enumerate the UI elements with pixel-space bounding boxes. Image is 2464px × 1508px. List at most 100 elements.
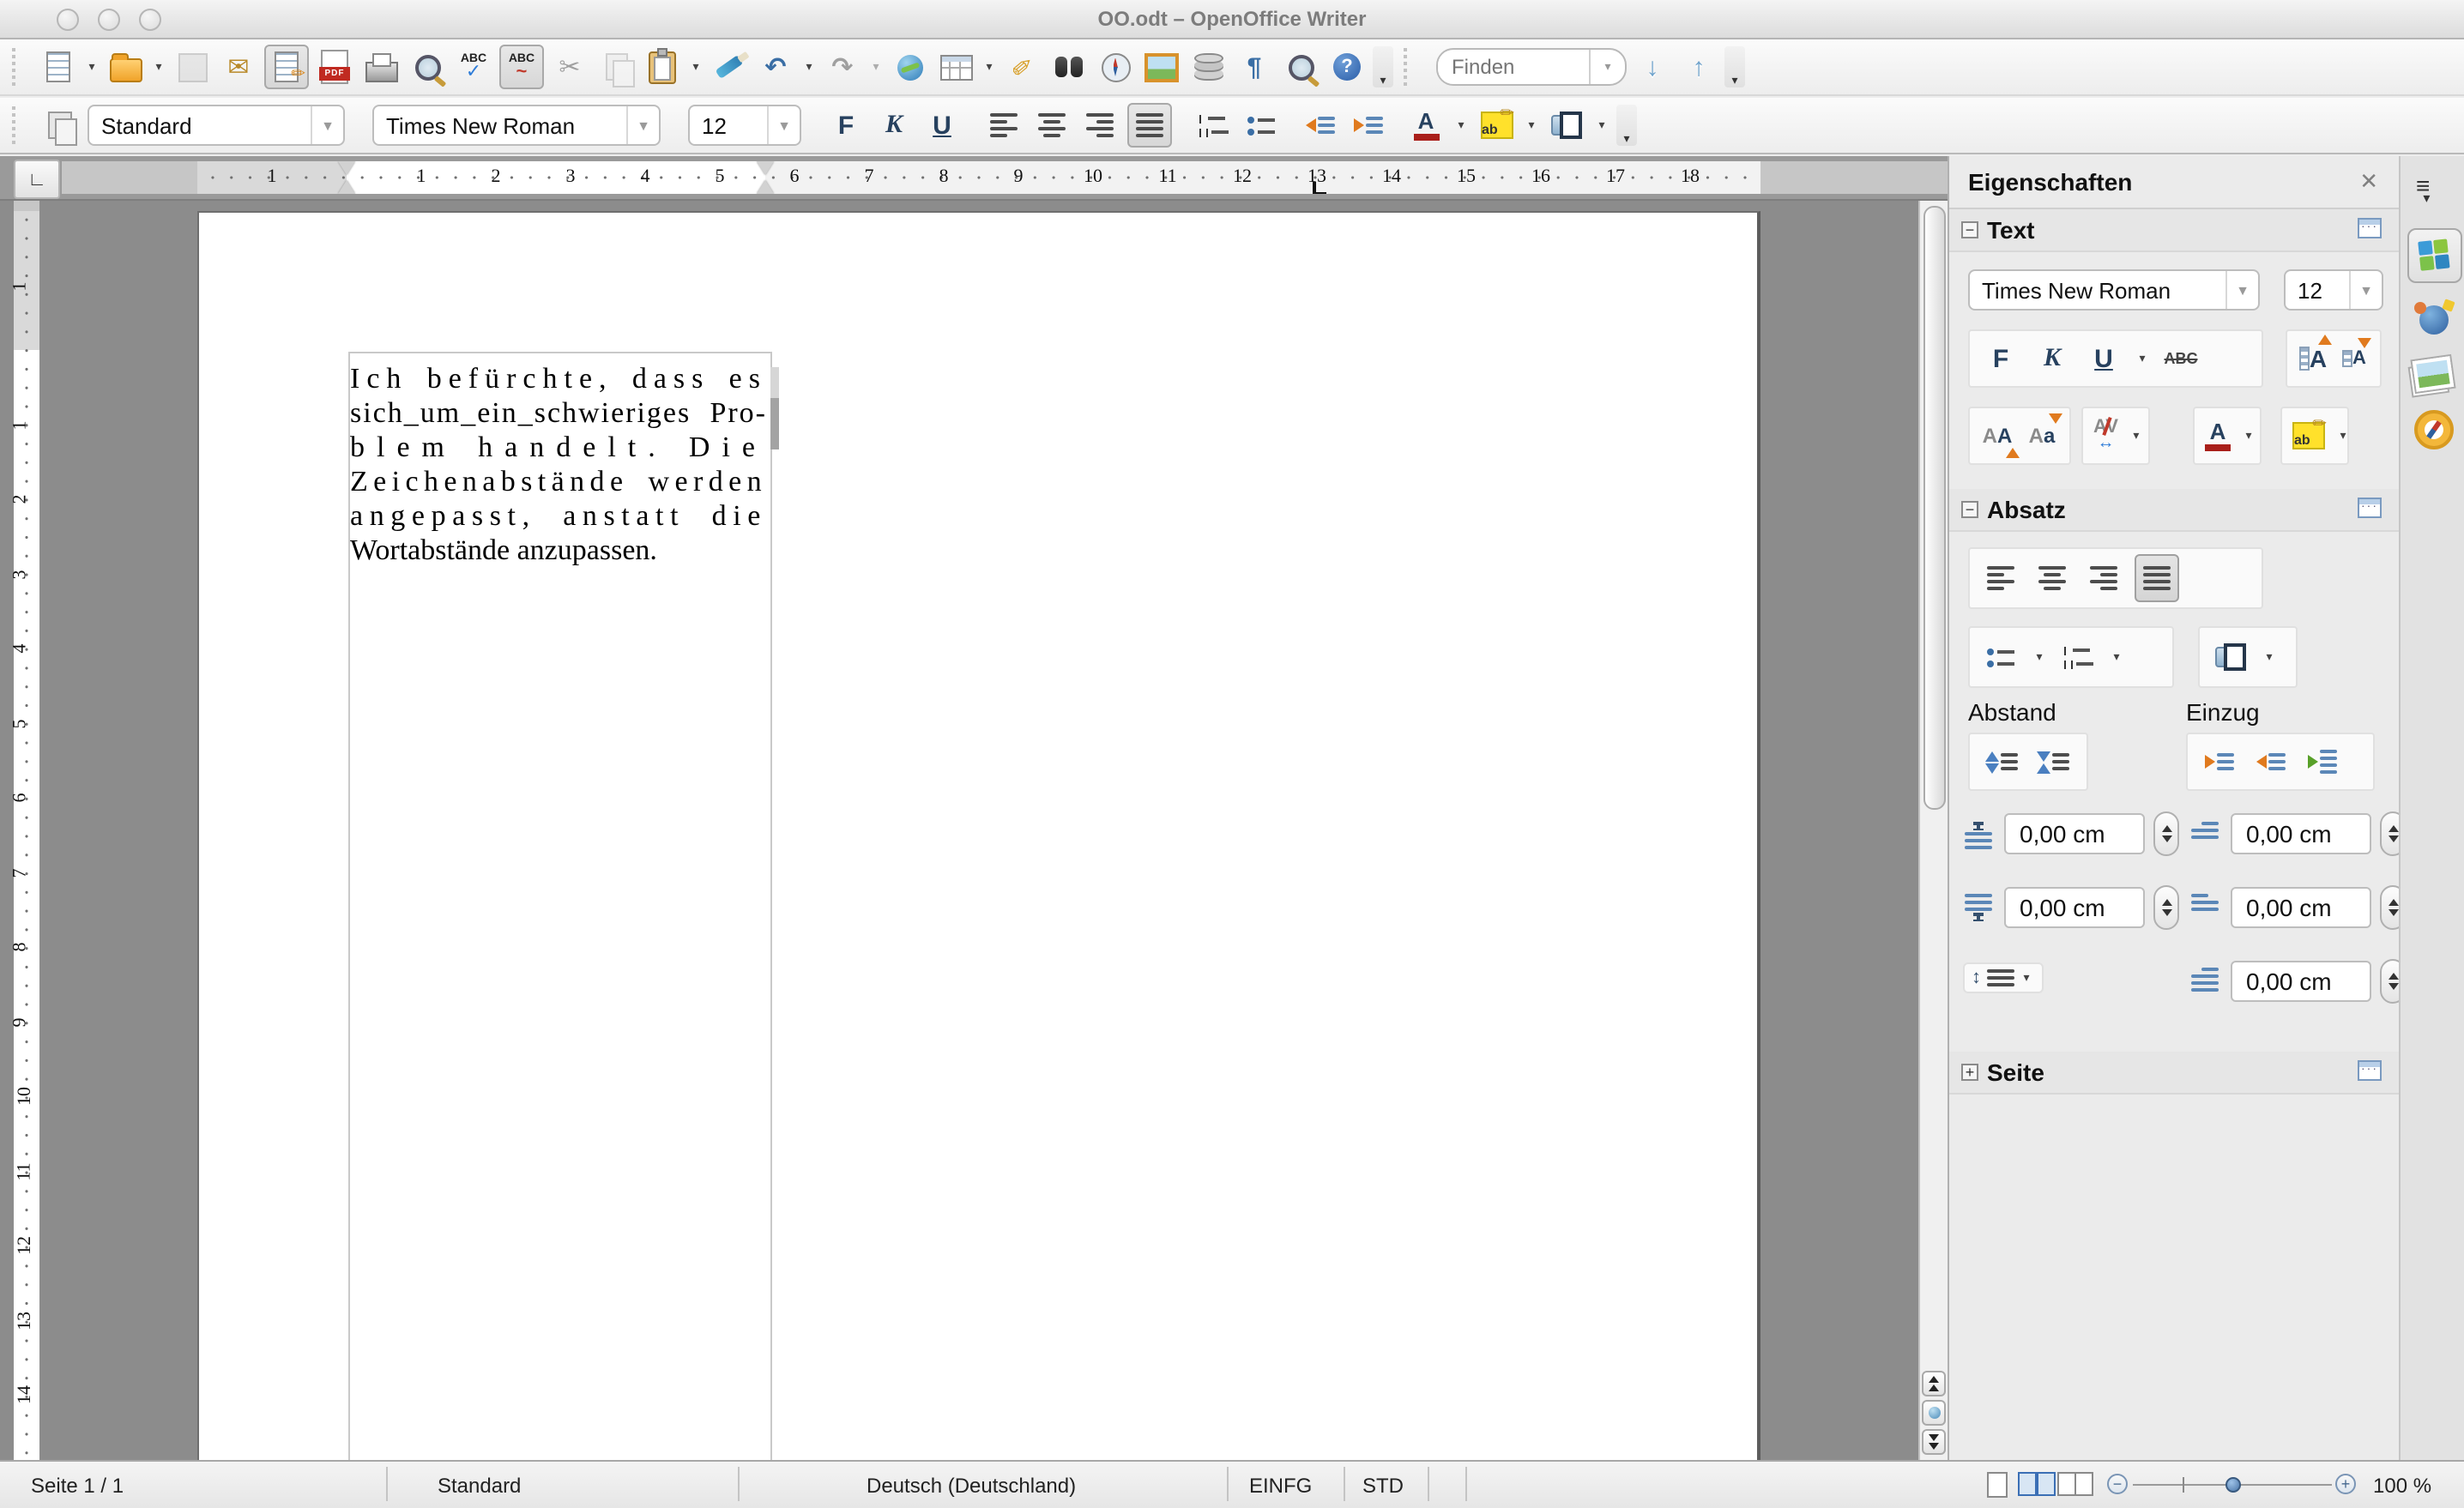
underline-button[interactable]: U (921, 105, 963, 146)
zoom-in-button[interactable]: + (2335, 1474, 2356, 1494)
paragraph-section-header[interactable]: − Absatz (1949, 489, 2399, 532)
cut-button[interactable]: ✂ (549, 46, 590, 87)
character-spacing-button[interactable]: AV ↔ (2093, 413, 2118, 458)
sidebar-bullet-list-button[interactable] (1980, 635, 2021, 679)
text-dialog-launcher-icon[interactable] (2358, 218, 2382, 238)
zoom-level-indicator[interactable]: 100 % (2373, 1474, 2431, 1498)
find-toolbar-grip[interactable] (1404, 48, 1419, 86)
email-button[interactable]: ✉ (218, 46, 259, 87)
grow-font-button[interactable]: A (2298, 335, 2333, 381)
collapse-icon[interactable]: − (1961, 221, 1978, 238)
properties-tab[interactable] (2407, 228, 2462, 283)
before-text-indent-field[interactable] (2231, 813, 2371, 854)
sidebar-italic-button[interactable]: K (2032, 336, 2073, 381)
redo-button[interactable]: ↷ (822, 46, 863, 87)
find-dropdown[interactable]: ▾ (1591, 60, 1625, 74)
page-dialog-launcher-icon[interactable] (2358, 1060, 2382, 1081)
size-combo-arrow[interactable]: ▼ (769, 118, 800, 133)
bullet-list-dropdown[interactable]: ▾ (2032, 650, 2047, 664)
find-previous-button[interactable]: ↑ (1678, 46, 1719, 87)
right-indent-marker[interactable] (757, 161, 774, 194)
scrollbar-thumb[interactable] (1923, 206, 1946, 810)
print-button[interactable] (360, 46, 402, 87)
below-paragraph-spacing-field[interactable] (2004, 887, 2145, 928)
increase-spacing-button[interactable] (1980, 739, 2021, 784)
hyperlink-button[interactable] (889, 46, 930, 87)
sidebar-highlighting-dropdown[interactable]: ▾ (2335, 429, 2351, 443)
tab-type-selector[interactable]: ∟ (14, 160, 60, 199)
sidebar-font-name-combo[interactable]: Times New Roman ▼ (1968, 269, 2260, 311)
character-spacing-dropdown[interactable]: ▾ (2129, 429, 2144, 443)
font-combo-arrow[interactable]: ▼ (628, 118, 659, 133)
sidebar-font-color-button[interactable]: A (2205, 413, 2231, 458)
formatting-marks-button[interactable]: ¶ (1234, 46, 1275, 87)
bullet-list-button[interactable] (1241, 105, 1282, 146)
lowercase-button[interactable]: Aa (2025, 413, 2062, 458)
page-section-header[interactable]: + Seite (1949, 1052, 2399, 1095)
line-spacing-button[interactable]: ↕ ▾ (1963, 962, 2043, 993)
formatting-toolbar-grip[interactable] (12, 106, 27, 144)
zoom-button[interactable] (1280, 46, 1321, 87)
sidebar-align-right-button[interactable] (2083, 556, 2124, 600)
styles-button[interactable] (39, 105, 81, 146)
navigator-button[interactable] (1095, 46, 1136, 87)
italic-button[interactable]: K (873, 105, 915, 146)
align-left-button[interactable] (983, 105, 1024, 146)
spellcheck-button[interactable]: ABC ✓ (453, 46, 494, 87)
sidebar-underline-button[interactable]: U (2083, 336, 2124, 381)
document-line[interactable]: Wortabstände anzupassen. (350, 534, 767, 568)
shrink-font-button[interactable]: A (2339, 336, 2371, 381)
decrease-spacing-button[interactable] (2032, 739, 2073, 784)
gallery-button[interactable] (1141, 46, 1182, 87)
decrease-indent-button[interactable] (1299, 105, 1340, 146)
paragraph-dialog-launcher-icon[interactable] (2358, 498, 2382, 518)
sidebar-size-arrow[interactable]: ▼ (2351, 282, 2382, 298)
line-spacing-dropdown[interactable]: ▾ (2019, 971, 2034, 985)
sidebar-justify-button[interactable] (2135, 554, 2179, 602)
justify-button[interactable] (1127, 103, 1172, 148)
document-line[interactable]: angepasst, anstatt die (350, 499, 767, 534)
sidebar-font-color-dropdown[interactable]: ▾ (2241, 429, 2256, 443)
highlighting-button[interactable]: ab (1476, 105, 1517, 146)
new-document-dropdown[interactable]: ▾ (84, 60, 100, 74)
zoom-slider-thumb[interactable] (2225, 1477, 2241, 1493)
highlighting-dropdown[interactable]: ▾ (1524, 118, 1539, 132)
sidebar-align-center-button[interactable] (2032, 556, 2073, 600)
style-combo-arrow[interactable]: ▼ (312, 118, 343, 133)
font-color-dropdown[interactable]: ▾ (1453, 118, 1469, 132)
single-page-view-button[interactable] (1987, 1472, 2008, 1498)
previous-page-button[interactable] (1922, 1371, 1946, 1396)
align-right-button[interactable] (1079, 105, 1120, 146)
sidebar-highlighting-button[interactable]: ab (2292, 413, 2327, 458)
sidebar-bold-button[interactable]: F (1980, 336, 2021, 381)
next-page-button[interactable] (1922, 1429, 1946, 1455)
uppercase-button[interactable]: AA (1980, 413, 2020, 458)
sidebar-close-icon[interactable]: ✕ (2359, 168, 2378, 196)
font-name-combo[interactable]: Times New Roman ▼ (372, 105, 661, 146)
language-indicator[interactable]: Deutsch (Deutschland) (867, 1474, 1076, 1498)
document-line[interactable]: sich_um_ein_schwieriges Pro- (350, 396, 767, 431)
insert-table-dropdown[interactable]: ▾ (981, 60, 997, 74)
draw-functions-button[interactable]: ✏ (1002, 46, 1043, 87)
find-replace-button[interactable] (1048, 46, 1090, 87)
gallery-tab[interactable] (2407, 348, 2459, 400)
clone-formatting-button[interactable] (709, 46, 750, 87)
sidebar-decrease-indent-button[interactable] (2250, 739, 2291, 784)
collapse-icon[interactable]: − (1961, 501, 1978, 518)
vertical-scrollbar[interactable] (1918, 201, 1948, 1462)
navigation-button[interactable] (1922, 1400, 1946, 1426)
first-line-indent-field[interactable] (2231, 961, 2371, 1002)
paste-button[interactable] (642, 46, 683, 87)
background-color-dropdown[interactable]: ▾ (1594, 118, 1609, 132)
vertical-ruler[interactable]: 1 2 3 4 5 6 7 8 9 10 11 12 13 14 1 (10, 201, 39, 1462)
find-input[interactable] (1438, 51, 1589, 82)
insert-table-button[interactable] (935, 46, 976, 87)
export-pdf-button[interactable]: PDF (314, 46, 355, 87)
autospellcheck-button[interactable]: ABC ~ (499, 45, 544, 89)
document-page[interactable]: Ich befürchte, dass es sich_um_ein_schwi… (197, 211, 1760, 1462)
strikethrough-button[interactable]: ABC (2160, 336, 2201, 381)
edit-mode-button[interactable]: ✏ (264, 45, 309, 89)
font-color-button[interactable]: A (1405, 105, 1446, 146)
styles-tab[interactable] (2407, 293, 2459, 345)
background-color-button[interactable] (1546, 105, 1587, 146)
